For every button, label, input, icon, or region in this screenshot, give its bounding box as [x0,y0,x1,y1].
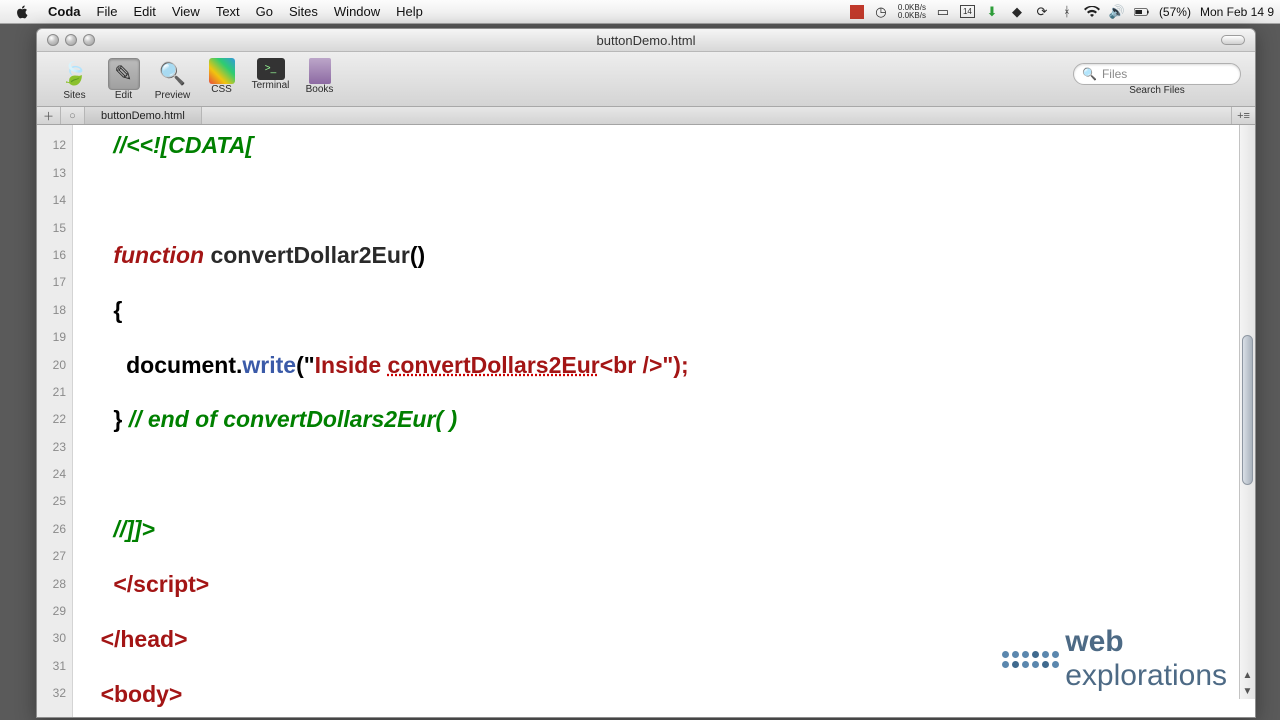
css-icon [209,58,235,84]
toolbar-edit[interactable]: ✎Edit [100,58,147,101]
tab-overflow-button[interactable]: +≡ [1231,107,1255,124]
menu-window[interactable]: Window [326,4,388,19]
search-label: Search Files [1129,85,1185,96]
edit-icon: ✎ [108,58,140,90]
toolbar-books[interactable]: Books [296,58,343,101]
menu-help[interactable]: Help [388,4,431,19]
line-gutter: 1112131415161718192021222324252627282930… [37,125,73,717]
toolbar-sites[interactable]: 🍃Sites [51,58,98,101]
apple-menu-icon[interactable] [12,5,32,19]
volume-icon[interactable]: 🔊 [1109,4,1125,20]
search-input[interactable]: 🔍 Files [1073,63,1241,85]
watermark-dots-icon [1002,651,1059,668]
toolbar-preview[interactable]: 🔍Preview [149,58,196,101]
titlebar[interactable]: buttonDemo.html [37,29,1255,52]
flag-icon[interactable] [850,5,864,19]
code-editor[interactable]: 1112131415161718192021222324252627282930… [37,125,1255,717]
app-name[interactable]: Coda [40,4,89,19]
books-icon [309,58,331,84]
menu-sites[interactable]: Sites [281,4,326,19]
menu-text[interactable]: Text [208,4,248,19]
watermark-logo: webexplorations [1002,625,1227,693]
search-icon: 🔍 [1082,67,1097,81]
close-tab-button[interactable]: ○ [61,107,85,124]
terminal-icon: >_ [257,58,285,80]
download-icon[interactable]: ⬇ [984,4,1000,20]
sync-icon[interactable]: ⟳ [1034,4,1050,20]
menu-edit[interactable]: Edit [125,4,163,19]
menu-view[interactable]: View [164,4,208,19]
battery-icon[interactable] [1134,4,1150,20]
tab-bar: ＋ ○ buttonDemo.html +≡ [37,107,1255,125]
toolbar: 🍃Sites ✎Edit 🔍Preview CSS >_Terminal Boo… [37,52,1255,107]
toolbar-css[interactable]: CSS [198,58,245,101]
scrollbar-thumb[interactable] [1242,335,1253,485]
monitor-icon[interactable]: ▭ [935,4,951,20]
clock-icon[interactable]: ◷ [873,4,889,20]
battery-percent: (57%) [1159,5,1191,19]
tab-buttondemo[interactable]: buttonDemo.html [85,107,202,124]
window-title: buttonDemo.html [37,33,1255,48]
scroll-down-arrow[interactable]: ▼ [1240,683,1255,699]
new-tab-button[interactable]: ＋ [37,107,61,124]
preview-icon: 🔍 [157,58,189,90]
dropbox-icon[interactable]: ◆ [1009,4,1025,20]
toolbar-terminal[interactable]: >_Terminal [247,58,294,101]
menu-extras: ◷ 0.0KB/s0.0KB/s ▭ 14 ⬇ ◆ ⟳ ᚼ 🔊 (57%) Mo… [850,4,1280,20]
editor-window: buttonDemo.html 🍃Sites ✎Edit 🔍Preview CS… [36,28,1256,718]
bluetooth-icon[interactable]: ᚼ [1059,4,1075,20]
wifi-icon[interactable] [1084,4,1100,20]
scroll-up-arrow[interactable]: ▲ [1240,667,1255,683]
calendar-icon[interactable]: 14 [960,5,975,18]
toolbar-toggle-button[interactable] [1221,35,1245,45]
menu-bar: Coda File Edit View Text Go Sites Window… [0,0,1280,24]
search-placeholder: Files [1102,67,1127,81]
clock-text[interactable]: Mon Feb 14 9 [1200,5,1274,19]
menu-go[interactable]: Go [248,4,281,19]
menu-file[interactable]: File [89,4,126,19]
vertical-scrollbar[interactable]: ▲ ▼ [1239,125,1255,699]
network-rates: 0.0KB/s0.0KB/s [898,4,926,20]
sites-icon: 🍃 [59,58,91,90]
